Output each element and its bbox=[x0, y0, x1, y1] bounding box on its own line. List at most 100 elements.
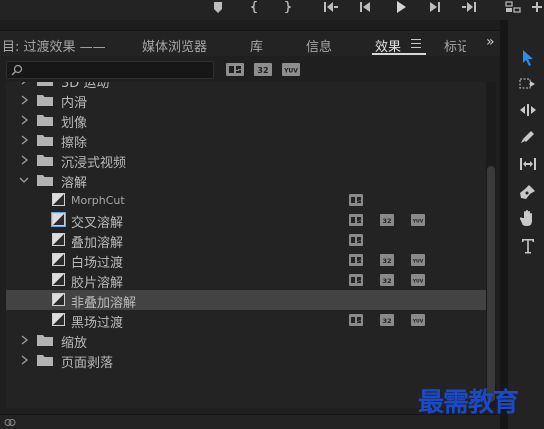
accelerated-badge-icon bbox=[349, 214, 363, 226]
effect-row[interactable]: 白场过渡 32 YUV bbox=[6, 250, 486, 271]
search-input[interactable] bbox=[6, 61, 214, 79]
pen-tool-icon[interactable] bbox=[518, 182, 538, 202]
track-select-tool-icon[interactable] bbox=[518, 74, 538, 94]
transition-effect-icon bbox=[52, 253, 65, 266]
effects-tree: 3D 运动 内滑 划像 擦除 沉浸式视频 溶解 MorphCut 交叉溶解 32 YUV 叠加溶解白… bbox=[6, 82, 486, 408]
scrollbar-thumb[interactable] bbox=[487, 166, 495, 402]
effect-label: 交叉溶解 bbox=[71, 216, 124, 231]
32-bit-badge-icon: 32 bbox=[380, 274, 394, 286]
folder-row[interactable]: 缩放 bbox=[6, 330, 486, 351]
chevron-right-icon[interactable] bbox=[19, 154, 29, 166]
effect-label: 叠加溶解 bbox=[71, 236, 124, 251]
effect-label: 胶片溶解 bbox=[71, 276, 124, 291]
svg-text:32: 32 bbox=[382, 217, 391, 225]
step-back-icon[interactable] bbox=[358, 0, 372, 14]
folder-icon bbox=[37, 335, 53, 346]
tab-media-browser[interactable]: 媒体浏览器 bbox=[142, 36, 207, 55]
svg-text:YUV: YUV bbox=[412, 259, 424, 265]
tab-libraries[interactable]: 库 bbox=[250, 36, 263, 55]
link-icon[interactable] bbox=[4, 417, 16, 428]
svg-text:YUV: YUV bbox=[412, 219, 424, 225]
effect-row[interactable]: 黑场过渡 32 YUV bbox=[6, 310, 486, 331]
folder-row[interactable]: 溶解 bbox=[6, 170, 486, 191]
button-editor-icon[interactable] bbox=[504, 0, 522, 14]
folder-label: 溶解 bbox=[61, 176, 88, 191]
folder-icon bbox=[37, 355, 53, 366]
tab-overflow-icon[interactable]: » bbox=[486, 34, 494, 50]
accelerated-badge-icon bbox=[349, 254, 363, 266]
svg-text:32: 32 bbox=[382, 277, 391, 285]
razor-tool-icon[interactable] bbox=[518, 126, 538, 146]
chevron-right-icon[interactable] bbox=[19, 114, 29, 126]
tab-markers[interactable]: 标记 bbox=[444, 36, 466, 55]
chevron-right-icon[interactable] bbox=[19, 134, 29, 146]
go-to-out-icon[interactable] bbox=[460, 0, 478, 14]
panel-tab-bar: 目: 过渡效果 —— 媒体浏览器 库 信息 效果 标记 » bbox=[0, 30, 508, 56]
svg-text:YUV: YUV bbox=[283, 68, 298, 75]
transport-controls bbox=[0, 0, 544, 20]
transition-effect-icon bbox=[52, 313, 65, 326]
effect-row[interactable]: 胶片溶解 32 YUV bbox=[6, 270, 486, 291]
folder-row[interactable]: 页面剥落 bbox=[6, 350, 486, 371]
transition-effect-icon bbox=[51, 212, 66, 227]
transition-effect-icon bbox=[52, 193, 65, 206]
yuv-badge-icon: YUV bbox=[411, 314, 425, 326]
folder-icon bbox=[37, 175, 53, 186]
transition-effect-icon bbox=[52, 273, 65, 286]
32-bit-badge-icon: 32 bbox=[380, 214, 394, 226]
effect-row[interactable]: MorphCut bbox=[6, 190, 486, 210]
add-button-icon[interactable] bbox=[530, 0, 544, 14]
accelerated-effects-icon[interactable] bbox=[226, 63, 244, 76]
step-forward-icon[interactable] bbox=[428, 0, 442, 14]
out-point-icon[interactable] bbox=[282, 0, 292, 14]
folder-icon bbox=[37, 95, 53, 106]
effect-label: MorphCut bbox=[71, 194, 125, 207]
yuv-badge-icon: YUV bbox=[411, 254, 425, 266]
selection-tool-icon[interactable] bbox=[518, 48, 538, 68]
chevron-down-icon[interactable] bbox=[19, 174, 29, 186]
effect-label: 白场过渡 bbox=[71, 256, 124, 271]
folder-icon bbox=[37, 135, 53, 146]
ripple-edit-tool-icon[interactable] bbox=[518, 100, 538, 120]
tab-timeline[interactable]: 目: 过渡效果 —— bbox=[2, 36, 106, 55]
accelerated-badge-icon bbox=[349, 234, 363, 246]
folder-label: 内滑 bbox=[61, 96, 88, 111]
folder-row[interactable]: 3D 运动 bbox=[6, 82, 486, 91]
yuv-effects-icon[interactable]: YUV bbox=[282, 63, 300, 76]
chevron-right-icon[interactable] bbox=[19, 334, 29, 346]
transition-effect-icon bbox=[52, 293, 65, 306]
32-bit-color-icon[interactable]: 32 bbox=[254, 63, 272, 76]
folder-row[interactable]: 沉浸式视频 bbox=[6, 150, 486, 171]
effect-label: 非叠加溶解 bbox=[71, 296, 137, 311]
panel-divider[interactable] bbox=[500, 20, 508, 429]
play-icon[interactable] bbox=[394, 0, 408, 14]
chevron-right-icon[interactable] bbox=[19, 354, 29, 366]
type-tool-icon[interactable] bbox=[518, 236, 538, 256]
folder-label: 擦除 bbox=[61, 136, 88, 151]
folder-label: 页面剥落 bbox=[61, 356, 114, 371]
accelerated-badge-icon bbox=[349, 274, 363, 286]
in-point-icon[interactable] bbox=[250, 0, 260, 14]
panel-menu-icon[interactable] bbox=[411, 39, 421, 48]
slip-tool-icon[interactable] bbox=[518, 154, 538, 174]
svg-text:YUV: YUV bbox=[412, 319, 424, 325]
chevron-right-icon[interactable] bbox=[19, 82, 29, 86]
chevron-right-icon[interactable] bbox=[19, 94, 29, 106]
hand-tool-icon[interactable] bbox=[518, 208, 538, 228]
effects-panel: 32 YUV 3D 运动内滑 划像擦除沉浸式视频溶解 MorphCut 交叉溶解 32 Y… bbox=[0, 56, 500, 414]
folder-label: 沉浸式视频 bbox=[61, 156, 127, 171]
yuv-badge-icon: YUV bbox=[411, 274, 425, 286]
effect-row[interactable]: 非叠加溶解 bbox=[6, 290, 486, 311]
tab-info[interactable]: 信息 bbox=[306, 36, 332, 55]
svg-text:32: 32 bbox=[382, 317, 391, 325]
svg-text:YUV: YUV bbox=[412, 279, 424, 285]
folder-icon bbox=[37, 115, 53, 126]
marker-icon[interactable] bbox=[212, 0, 224, 14]
folder-row[interactable]: 划像 bbox=[6, 110, 486, 131]
effect-row[interactable]: 叠加溶解 bbox=[6, 230, 486, 251]
go-to-in-icon[interactable] bbox=[322, 0, 340, 14]
folder-row[interactable]: 擦除 bbox=[6, 130, 486, 151]
effect-row[interactable]: 交叉溶解 32 YUV bbox=[6, 210, 486, 231]
folder-row[interactable]: 内滑 bbox=[6, 90, 486, 111]
32-bit-badge-icon: 32 bbox=[380, 254, 394, 266]
